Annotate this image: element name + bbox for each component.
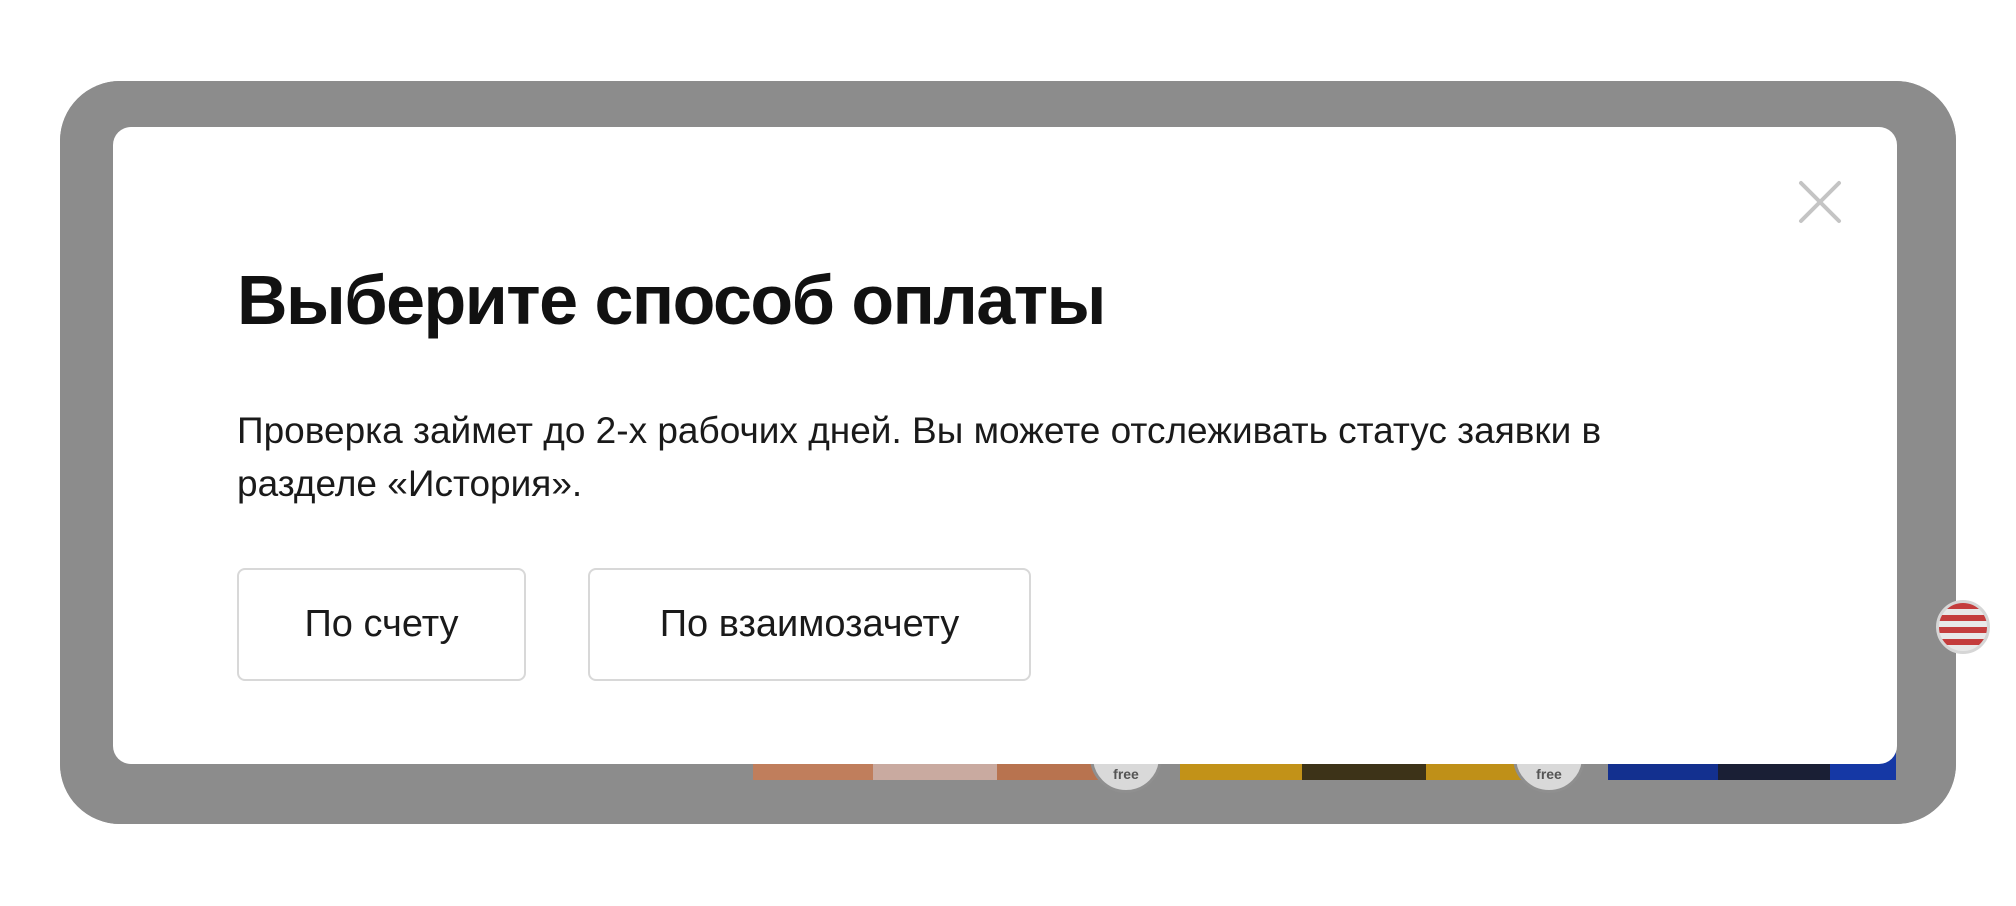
modal-title: Выберите способ оплаты [237,261,1106,339]
payment-method-modal: Выберите способ оплаты Проверка займет д… [113,127,1897,764]
close-button[interactable] [1797,179,1843,225]
close-icon [1799,181,1841,223]
flag-icon [1936,600,1990,654]
pay-by-netting-button[interactable]: По взаимозачету [588,568,1031,681]
pay-by-invoice-button[interactable]: По счету [237,568,526,681]
modal-description: Проверка займет до 2-х рабочих дней. Вы … [237,410,1602,504]
